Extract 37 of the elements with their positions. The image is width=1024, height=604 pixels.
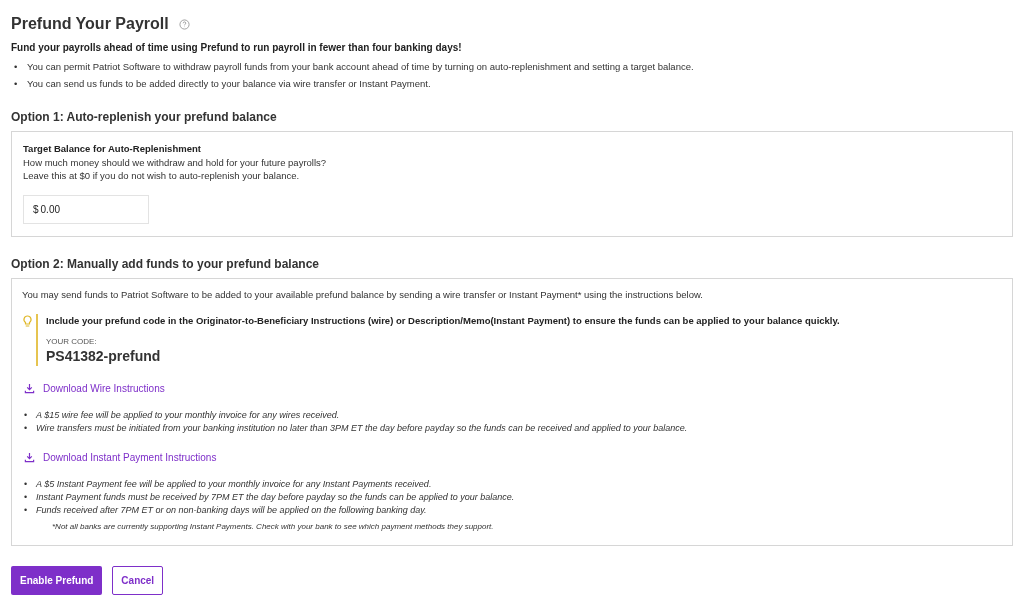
help-icon[interactable] — [178, 18, 190, 30]
code-label: YOUR CODE: — [46, 335, 98, 348]
enable-button[interactable]: Enable Prefund — [11, 565, 103, 595]
bullet-mark: • — [23, 477, 29, 491]
bullet-mark: • — [23, 408, 29, 422]
option-heading: Option 2: Manually add funds to your prefund balance — [11, 256, 320, 274]
bullet-mark: • — [13, 60, 19, 74]
option-intro: You may send funds to Patriot Software to be added to your available prefund balance by sending a wire transfer or Instant Payment* using the instructions below. — [22, 288, 704, 303]
field-label: Target Balance for Auto-Replenishment — [23, 142, 202, 156]
tip-text: Include your prefund code in the Originator-to-Beneficiary Instructions (wire) or Description/Memo(Instant Payment) to ensure the funds can be applied to your balance quickly. — [46, 313, 840, 328]
bullet-mark: • — [13, 77, 19, 91]
currency-symbol: $ — [33, 203, 39, 218]
bullet-mark: • — [23, 503, 29, 517]
amount-value: 0.00 — [40, 203, 61, 218]
field-help: How much money should we withdraw and hold for your future payrolls? — [23, 156, 328, 170]
field-help: Leave this at $0 if you do not wish to auto-replenish your balance. — [23, 169, 301, 183]
bullet-mark: • — [23, 421, 29, 435]
intro-bullet: You can permit Patriot Software to withdraw payroll funds from your bank account ahead of time by turning on auto-replenishment and setting a target balance. — [27, 60, 694, 74]
download-icon — [24, 451, 35, 463]
amount-field[interactable]: $ 0.00 — [23, 195, 149, 225]
fee-note: Instant Payment funds must be received by 7PM ET the day before payday so the funds can be applied to your balance. — [36, 490, 515, 504]
subtitle: Fund your payrolls ahead of time using Prefund to run payroll in fewer than four banking days! — [11, 41, 463, 55]
footnote: *Not all banks are currently supporting Instant Payments. Check with your bank to see which payment methods they support. — [52, 520, 495, 533]
fee-note: A $15 wire fee will be applied to your monthly invoice for any wires received. — [36, 408, 340, 422]
option-heading: Option 1: Auto-replenish your prefund balance — [11, 109, 278, 126]
intro-bullet: You can send us funds to be added directly to your balance via wire transfer or Instant Payment. — [27, 77, 431, 91]
download-icon — [24, 382, 35, 394]
prefund-code: PS41382-prefund — [46, 347, 162, 364]
lightbulb-icon — [22, 314, 33, 328]
fee-note: Wire transfers must be initiated from your banking institution no later than 3PM ET the day before payday so the funds can be received and applied to your balance. — [36, 421, 688, 435]
cancel-button[interactable]: Cancel — [112, 565, 164, 595]
fee-note: A $5 Instant Payment fee will be applied to your monthly invoice for any Instant Payments received. — [36, 477, 432, 491]
bullet-mark: • — [23, 490, 29, 504]
download-link[interactable]: Download Instant Payment Instructions — [24, 449, 217, 465]
page-title: Prefund Your Payroll — [11, 14, 169, 34]
fee-note: Funds received after 7PM ET or on non-banking days will be applied on the following banking day. — [36, 503, 427, 517]
download-link[interactable]: Download Wire Instructions — [24, 380, 165, 396]
